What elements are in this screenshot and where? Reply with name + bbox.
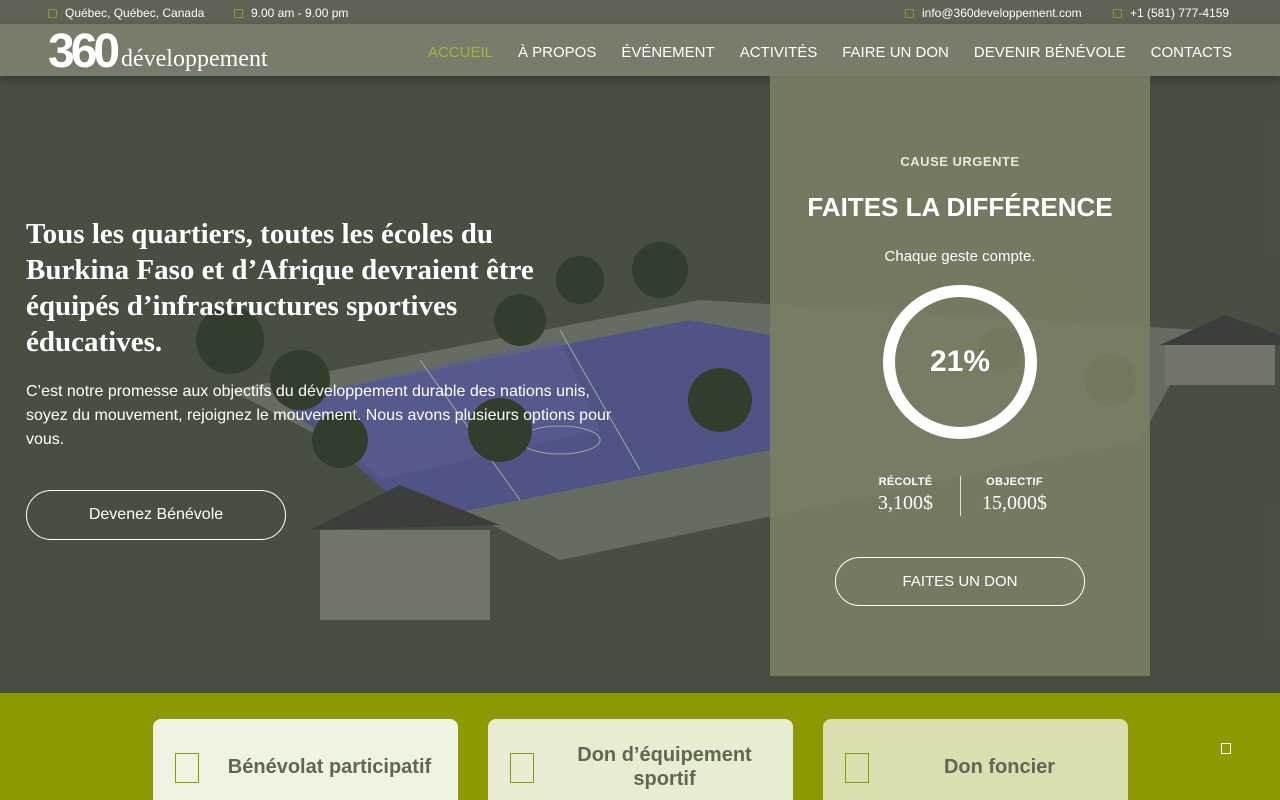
donate-button[interactable]: FAITES UN DON [835,557,1085,606]
site-logo[interactable]: 360 développement [48,24,288,84]
feature-label: Don foncier [943,756,1056,778]
feature-card-equipement[interactable]: Don d’équipement sportif [488,719,793,800]
location-info: Québec, Québec, Canada [48,6,204,20]
stats-divider [959,476,961,516]
features-band: Bénévolat participatif Don d’équipement … [0,693,1280,800]
cause-subtitle: Chaque geste compte. [884,248,1036,265]
nav-item-accueil[interactable]: ACCUEIL [428,44,493,61]
nav-item-devenir-benevole[interactable]: DEVENIR BÉNÉVOLE [974,44,1126,61]
nav-item-evenement[interactable]: ÉVÉNEMENT [621,44,714,61]
feature-card-foncier[interactable]: Don foncier [823,719,1128,800]
feature-label: Don d’équipement sportif [577,744,752,790]
phone-icon [1113,8,1122,18]
hero-headline: Tous les quartiers, toutes les écoles du… [26,218,534,358]
hours-info: 9.00 am - 9.00 pm [234,6,348,20]
nav-item-faire-un-don[interactable]: FAIRE UN DON [842,44,949,61]
phone-link[interactable]: +1 (581) 777-4159 [1130,6,1229,20]
nav-item-a-propos[interactable]: À PROPOS [518,44,596,61]
feature-label: Bénévolat participatif [227,756,432,778]
urgent-cause-card: CAUSE URGENTE FAITES LA DIFFÉRENCE Chaqu… [770,76,1150,676]
goal-label: OBJECTIF [986,476,1043,488]
logo-word: développement [121,46,268,72]
raised-label: RÉCOLTÉ [878,476,933,488]
logo-number: 360 [48,25,120,78]
hours-text: 9.00 am - 9.00 pm [251,6,349,20]
envelope-icon [905,8,914,18]
email-info[interactable]: info@360developpement.com [905,6,1082,20]
nav-item-contacts[interactable]: CONTACTS [1151,44,1232,61]
feature-card-benevolat[interactable]: Bénévolat participatif [153,719,458,800]
phone-info[interactable]: +1 (581) 777-4159 [1113,6,1229,20]
email-link[interactable]: info@360developpement.com [922,6,1082,20]
scroll-top-icon[interactable] [1221,743,1231,754]
land-icon [845,753,869,783]
goal-value: 15,000$ [982,492,1047,514]
top-bar: Québec, Québec, Canada 9.00 am - 9.00 pm… [0,0,1280,24]
hero-lead: C’est notre promesse aux objectifs du dé… [26,383,612,448]
raised-value: 3,100$ [878,492,933,514]
cause-title: FAITES LA DIFFÉRENCE [807,192,1113,222]
cause-stats: RÉCOLTÉ 3,100$ OBJECTIF 15,000$ [770,476,1150,516]
progress-percent: 21% [929,345,991,378]
location-text: Québec, Québec, Canada [65,6,205,20]
equipment-icon [510,753,534,783]
map-marker-icon [48,8,57,18]
nav-item-activites[interactable]: ACTIVITÉS [740,44,818,61]
cause-eyebrow: CAUSE URGENTE [900,154,1020,169]
become-volunteer-button[interactable]: Devenez Bénévole [26,490,286,540]
primary-nav: ACCUEIL À PROPOS ÉVÉNEMENT ACTIVITÉS FAI… [428,44,1232,61]
main-navbar: 360 développement ACCUEIL À PROPOS ÉVÉNE… [0,24,1280,78]
volunteer-icon [175,753,199,783]
goal-stat: OBJECTIF 15,000$ [961,476,1069,516]
clock-icon [234,8,243,18]
raised-stat: RÉCOLTÉ 3,100$ [852,476,960,516]
